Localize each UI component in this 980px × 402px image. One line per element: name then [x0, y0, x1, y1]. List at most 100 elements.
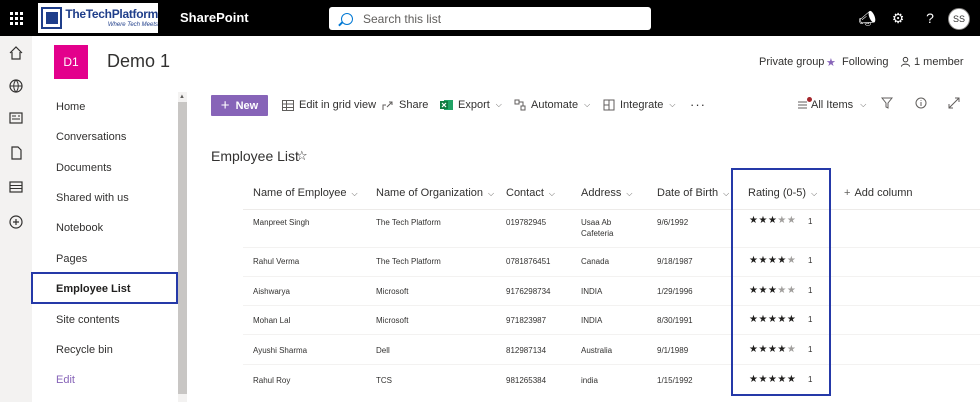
cell-contact: 9176298734 [506, 287, 551, 296]
cell-address-line2: Cafeteria [581, 229, 614, 238]
cell-address-line1: Canada [581, 257, 610, 266]
nav-item-employee-list[interactable]: Employee List [31, 272, 178, 304]
star-empty-icon[interactable]: ★ [777, 285, 786, 296]
column-header-dob[interactable]: Date of Birth ⌵ [657, 187, 729, 199]
rating-stars[interactable]: ★★★★★ [749, 285, 796, 296]
star-filled-icon[interactable]: ★ [758, 215, 767, 226]
more-options-icon[interactable]: ··· [690, 97, 706, 112]
star-filled-icon[interactable]: ★ [758, 374, 767, 385]
rating-count: 1 [808, 217, 813, 226]
cell-organization: Dell [376, 346, 390, 355]
new-button-label: New [235, 99, 259, 112]
rating-stars[interactable]: ★★★★★ [749, 215, 796, 226]
star-filled-icon[interactable]: ★ [768, 215, 777, 226]
app-launcher-icon[interactable] [0, 0, 32, 36]
column-header-contact[interactable]: Contact ⌵ [506, 187, 555, 199]
star-filled-icon[interactable]: ★ [777, 344, 786, 355]
star-filled-icon[interactable]: ★ [787, 374, 796, 385]
filter-icon[interactable] [881, 97, 893, 109]
globe-icon[interactable] [8, 78, 24, 94]
new-button[interactable]: + New [211, 95, 268, 116]
app-name[interactable]: SharePoint [180, 10, 249, 25]
nav-item-notebook[interactable]: Notebook [56, 222, 103, 234]
column-header-rating[interactable]: Rating (0-5) ⌵ [748, 187, 817, 199]
star-filled-icon[interactable]: ★ [768, 344, 777, 355]
nav-item-shared-with-us[interactable]: Shared with us [56, 192, 129, 204]
star-filled-icon[interactable]: ★ [768, 255, 777, 266]
help-icon[interactable]: ? [921, 9, 939, 27]
avatar[interactable]: SS [948, 8, 970, 30]
star-filled-icon[interactable]: ★ [777, 374, 786, 385]
star-filled-icon[interactable]: ★ [768, 285, 777, 296]
add-column-button[interactable]: + Add column [844, 187, 913, 199]
star-filled-icon[interactable]: ★ [758, 255, 767, 266]
nav-item-documents[interactable]: Documents [56, 162, 112, 174]
nav-item-recycle-bin[interactable]: Recycle bin [56, 344, 113, 356]
person-icon[interactable] [900, 56, 911, 69]
rating-stars[interactable]: ★★★★★ [749, 314, 796, 325]
star-filled-icon[interactable]: ★ [758, 285, 767, 296]
nav-edit-link[interactable]: Edit [56, 374, 75, 386]
star-empty-icon[interactable]: ★ [787, 215, 796, 226]
rating-stars[interactable]: ★★★★★ [749, 255, 796, 266]
cell-employee: Aishwarya [253, 287, 290, 296]
site-logo[interactable]: D1 [54, 45, 88, 79]
automate-icon [514, 99, 526, 111]
add-circle-icon[interactable] [8, 214, 24, 230]
view-selector[interactable]: All Items ⌵ [796, 99, 866, 111]
star-filled-icon[interactable]: ★ [826, 56, 836, 69]
members-button[interactable]: 1 member [914, 56, 964, 68]
star-empty-icon[interactable]: ★ [787, 344, 796, 355]
search-input[interactable]: Search this list [363, 12, 441, 26]
search-box[interactable]: Search this list [329, 7, 651, 30]
chevron-down-icon: ⌵ [626, 189, 633, 198]
rating-column-highlight [731, 168, 831, 396]
site-title[interactable]: Demo 1 [107, 51, 170, 72]
share-button[interactable]: Share [382, 99, 428, 111]
cell-address-line1: Usaa Ab [581, 218, 612, 227]
nav-item-pages[interactable]: Pages [56, 253, 87, 265]
edit-grid-button[interactable]: Edit in grid view [282, 99, 376, 111]
column-header-organization[interactable]: Name of Organization ⌵ [376, 187, 494, 199]
home-icon[interactable] [8, 45, 24, 61]
rating-stars[interactable]: ★★★★★ [749, 374, 796, 385]
rating-count: 1 [808, 315, 813, 324]
document-icon[interactable] [8, 145, 24, 161]
brand-logo[interactable]: TheTechPlatform Where Tech Meets [38, 3, 158, 33]
list-icon[interactable] [8, 179, 24, 195]
nav-item-home[interactable]: Home [56, 101, 85, 113]
list-title: Employee List [211, 148, 299, 164]
following-button[interactable]: Following [842, 56, 888, 68]
nav-scrollbar-thumb[interactable] [178, 102, 187, 394]
star-filled-icon[interactable]: ★ [758, 314, 767, 325]
brand-tagline: Where Tech Meets [107, 22, 158, 28]
automate-button[interactable]: Automate ⌵ [514, 99, 590, 111]
gear-icon[interactable]: ⚙︎ [889, 9, 907, 27]
megaphone-icon[interactable]: 📣︎ [858, 9, 876, 27]
star-empty-icon[interactable]: ★ [787, 255, 796, 266]
star-empty-icon[interactable]: ★ [777, 215, 786, 226]
star-filled-icon[interactable]: ★ [777, 314, 786, 325]
news-icon[interactable] [8, 110, 24, 126]
star-empty-icon[interactable]: ★ [787, 285, 796, 296]
column-header-employee[interactable]: Name of Employee ⌵ [253, 187, 358, 199]
export-button[interactable]: Export ⌵ [440, 99, 502, 111]
info-icon[interactable] [915, 97, 927, 109]
star-filled-icon[interactable]: ★ [758, 344, 767, 355]
star-outline-icon[interactable]: ☆ [296, 148, 308, 164]
brand-mark-icon [41, 7, 63, 29]
column-header-address[interactable]: Address ⌵ [581, 187, 632, 199]
star-filled-icon[interactable]: ★ [787, 314, 796, 325]
star-filled-icon[interactable]: ★ [777, 255, 786, 266]
star-filled-icon[interactable]: ★ [768, 314, 777, 325]
cell-organization: The Tech Platform [376, 257, 441, 266]
rating-stars[interactable]: ★★★★★ [749, 344, 796, 355]
row-divider [243, 364, 980, 365]
nav-item-site-contents[interactable]: Site contents [56, 314, 120, 326]
star-filled-icon[interactable]: ★ [768, 374, 777, 385]
expand-icon[interactable] [948, 97, 960, 109]
nav-item-conversations[interactable]: Conversations [56, 131, 126, 143]
cell-contact: 981265384 [506, 376, 547, 385]
integrate-button[interactable]: Integrate ⌵ [603, 99, 676, 111]
scroll-up-icon[interactable]: ▲ [179, 94, 185, 100]
